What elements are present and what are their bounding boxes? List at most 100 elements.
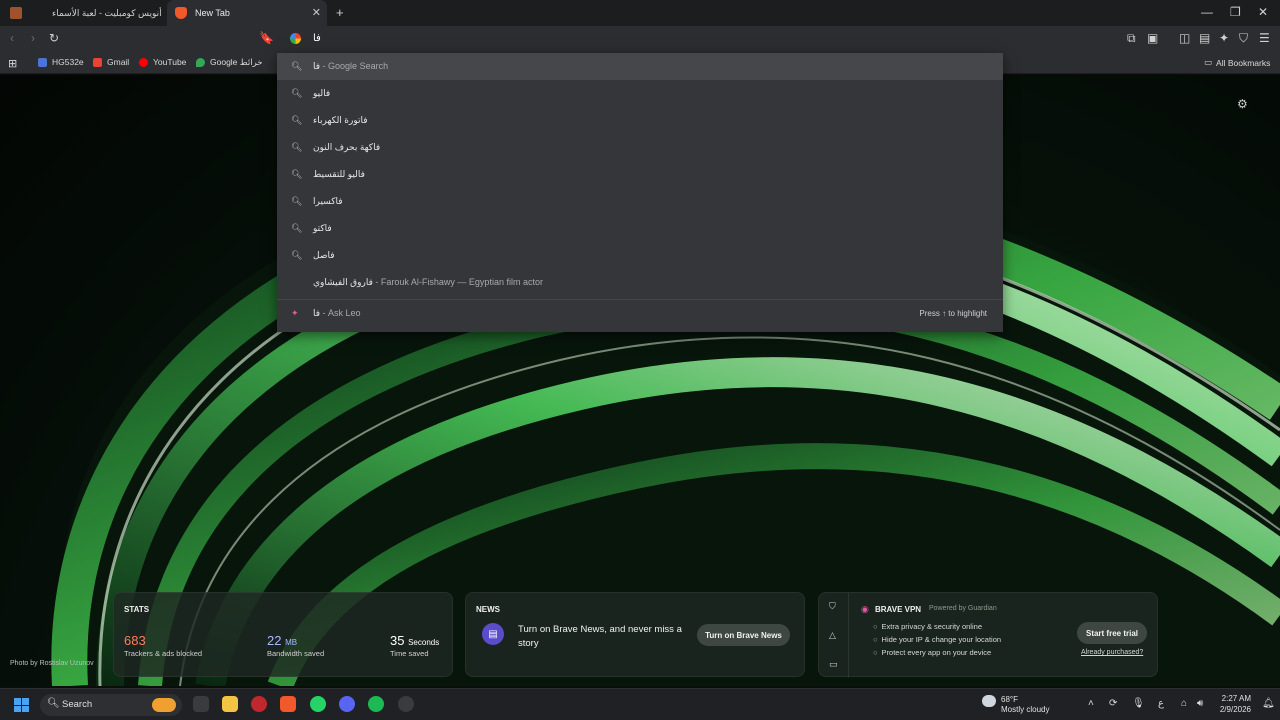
sidebar-icon[interactable]: ◫ [1179, 31, 1190, 45]
search-icon: 🔍︎ [291, 223, 303, 233]
search-icon: 🔍︎ [291, 88, 303, 98]
search-icon: 🔍︎ [47, 698, 60, 709]
vpn-title: BRAVE VPN [875, 605, 922, 614]
suggestion-query: فاكتو [313, 223, 332, 233]
close-tab-icon[interactable]: ✕ [312, 6, 321, 19]
start-free-trial-button[interactable]: Start free trial [1077, 622, 1147, 644]
already-purchased-link[interactable]: Already purchased? [1081, 649, 1143, 656]
microphone-icon[interactable]: 🎙︎ [1132, 698, 1145, 709]
customize-settings-icon[interactable]: ⚙ [1237, 97, 1248, 111]
chevron-up-icon[interactable]: ˄ [1088, 698, 1094, 709]
screen-icon[interactable]: ▭ [829, 659, 838, 670]
photo-credit[interactable]: Photo by Rostislav Uzunov [10, 660, 94, 667]
clock-time: 2:27 AM [1221, 694, 1251, 703]
bookmark-google-maps[interactable]: Google خرائط [196, 57, 263, 68]
search-highlight-icon [152, 698, 176, 712]
leo-icon: ✦ [291, 307, 299, 318]
tab-new-tab[interactable]: New Tab ✕ [167, 0, 327, 26]
trackers-label: Trackers & ads blocked [124, 649, 203, 658]
taskbar-search-label: Search [62, 699, 93, 710]
suggestion-query: فاليو للتقسيط [313, 169, 365, 179]
extensions-icon[interactable]: ⧉ [1127, 31, 1136, 46]
bookmark-hg532e[interactable]: HG532e [38, 57, 84, 67]
vpn-sidebar: ⛉ △ ▭ [819, 593, 849, 678]
tab-game[interactable]: أنويس كومبليت - لعبة الأسماء [0, 0, 165, 26]
suggestion-item[interactable]: 🔍︎ فاتورة الكهرباء [277, 107, 1003, 134]
trackers-count: 683 [124, 633, 146, 648]
maximize-button[interactable]: ❐ [1230, 5, 1241, 19]
warning-icon[interactable]: △ [829, 630, 836, 641]
discord-icon[interactable] [339, 696, 355, 712]
clock-date: 2/9/2026 [1219, 705, 1251, 714]
tab-title: New Tab [195, 8, 230, 18]
notifications-icon[interactable]: 🔔︎ [1262, 698, 1275, 709]
shield-icon[interactable]: ⛉ [1239, 31, 1248, 46]
file-explorer-icon[interactable] [222, 696, 238, 712]
suggestion-item[interactable]: فاروق الفيشاوي - Farouk Al-Fishawy — Egy… [277, 269, 1003, 296]
menu-icon[interactable]: ☰ [1259, 31, 1270, 45]
news-title: NEWS [476, 605, 500, 614]
suggestion-suffix: - Google Search [320, 61, 389, 71]
weather-widget[interactable]: 68°F Mostly cloudy [1001, 695, 1049, 715]
back-icon[interactable]: ‹ [10, 31, 14, 45]
sync-icon[interactable]: ⟳ [1109, 698, 1117, 709]
suggestion-item[interactable]: 🔍︎ فا - Google Search [277, 53, 1003, 80]
check-icon: ○ [873, 622, 878, 631]
task-view-icon[interactable] [193, 696, 209, 712]
suggestion-query: فاكهة بحرف النون [313, 142, 381, 152]
leo-icon[interactable]: ✦ [1219, 31, 1229, 45]
vpn-feature: ○ Hide your IP & change your location [873, 635, 1001, 644]
taskbar: 🔍︎ Search 68°F Mostly cloudy ˄ ⟳ 🎙︎ ع ⌂ … [0, 688, 1280, 720]
forward-icon[interactable]: › [31, 31, 35, 45]
weather-temp: 68°F [1001, 695, 1018, 704]
wallet-icon[interactable]: ▣ [1147, 31, 1158, 45]
spotify-icon[interactable] [368, 696, 384, 712]
taskbar-search[interactable]: 🔍︎ Search [40, 694, 182, 716]
whatsapp-icon[interactable] [310, 696, 326, 712]
app-icon[interactable] [398, 696, 414, 712]
suggestion-ask-leo[interactable]: ✦ فا - Ask Leo Press ↑ to highlight [277, 299, 1003, 326]
bookmark-gmail[interactable]: Gmail [93, 57, 129, 67]
all-bookmarks-button[interactable]: ▭ All Bookmarks [1204, 57, 1270, 68]
bookmark-icon[interactable]: 🔖 [259, 31, 274, 45]
suggestion-item[interactable]: 🔍︎ فاكهة بحرف النون [277, 134, 1003, 161]
clock[interactable]: 2:27 AM 2/9/2026 [1213, 693, 1251, 715]
language-indicator[interactable]: ع [1158, 698, 1164, 709]
wallet-icon[interactable]: ▤ [1199, 31, 1210, 45]
vpn-feature: ○ Protect every app on your device [873, 648, 991, 657]
vpn-feature-text: Hide your IP & change your location [881, 635, 1002, 644]
omnibox-suggestions: 🔍︎ فا - Google Search 🔍︎ فاليو 🔍︎ فاتورة… [277, 53, 1003, 332]
search-icon: 🔍︎ [291, 250, 303, 260]
vpn-widget: ⛉ △ ▭ ◉ BRAVE VPN Powered by Guardian ○ E… [818, 592, 1158, 678]
suggestion-item[interactable]: 🔍︎ فاليو للتقسيط [277, 161, 1003, 188]
vpn-feature-text: Protect every app on your device [881, 648, 992, 657]
suggestion-item[interactable]: 🔍︎ فاكتو [277, 215, 1003, 242]
bookmark-youtube[interactable]: YouTube [139, 57, 186, 67]
close-window-button[interactable]: ✕ [1258, 5, 1268, 19]
search-icon: 🔍︎ [291, 196, 303, 206]
vpn-logo-icon: ◉ [861, 604, 869, 614]
search-icon: 🔍︎ [291, 169, 303, 179]
suggestion-item[interactable]: 🔍︎ فاكسيرا [277, 188, 1003, 215]
address-input[interactable]: فا [313, 33, 321, 44]
news-icon: ▤ [482, 623, 504, 645]
windows-start-icon[interactable] [14, 698, 29, 712]
suggestion-item[interactable]: 🔍︎ فاصل [277, 242, 1003, 269]
suggestion-item[interactable]: 🔍︎ فاليو [277, 80, 1003, 107]
brave-browser-icon[interactable] [280, 696, 296, 712]
shield-icon[interactable]: ⛉ [829, 601, 836, 612]
folder-icon: ▭ [1204, 57, 1213, 67]
turn-on-news-button[interactable]: Turn on Brave News [697, 624, 790, 646]
toolbar: ‹ › ↻ 🔖 فا ⧉ ▣ ◫ ▤ ✦ ⛉ ☰ [0, 26, 1280, 53]
volume-icon[interactable]: 🔊︎ [1197, 698, 1203, 709]
ask-leo-hint: Press ↑ to highlight [919, 308, 987, 318]
apps-grid-icon[interactable]: ⊞ [8, 57, 17, 70]
minimize-button[interactable]: — [1201, 5, 1213, 19]
reload-icon[interactable]: ↻ [49, 31, 59, 45]
tab-title: أنويس كومبليت - لعبة الأسماء [52, 7, 162, 18]
network-icon[interactable]: ⌂ [1181, 698, 1187, 709]
app-icon[interactable] [251, 696, 267, 712]
new-tab-button[interactable]: + [336, 5, 344, 20]
bookmark-label: YouTube [153, 57, 187, 67]
time-count: 35 [390, 633, 405, 648]
